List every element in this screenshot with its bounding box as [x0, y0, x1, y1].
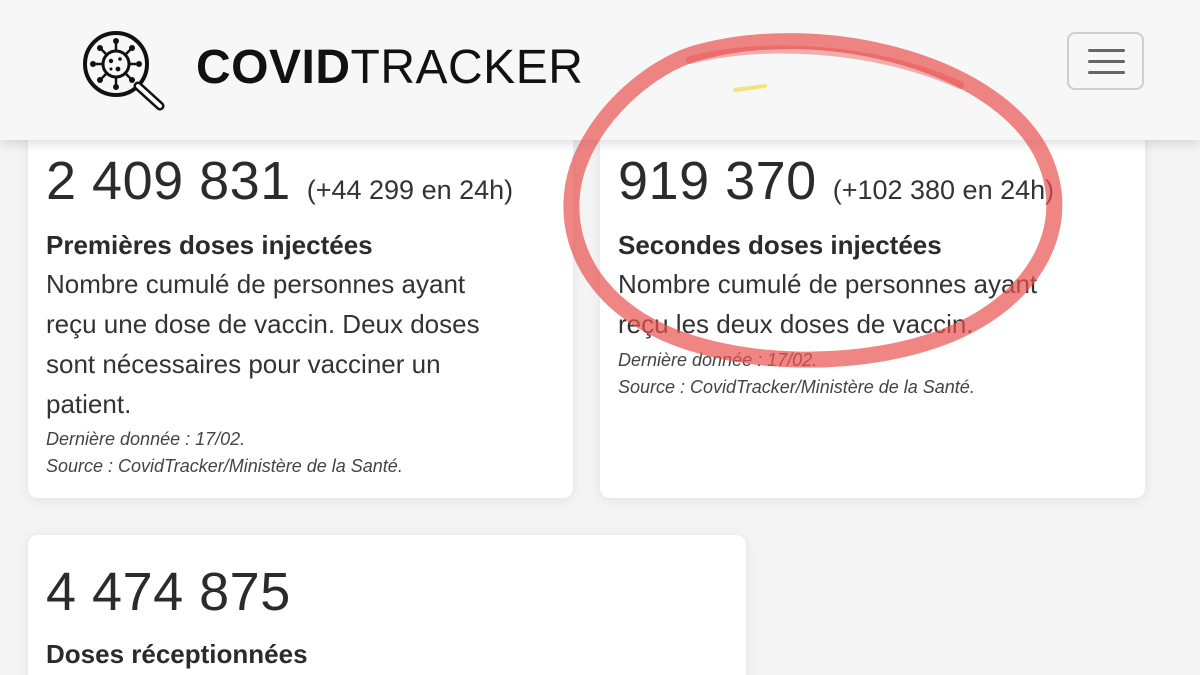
menu-button[interactable] — [1067, 32, 1144, 90]
stat-delta: (+44 299 en 24h) — [306, 175, 514, 205]
app-title-bold: COVID — [196, 41, 351, 94]
card-title: Doses réceptionnées — [46, 639, 308, 669]
stat-row: 4 474 875 — [46, 561, 291, 623]
card-title: Secondes doses injectées — [618, 230, 942, 260]
stat-delta: (+102 380 en 24h) — [832, 175, 1055, 205]
hamburger-icon — [1088, 49, 1125, 52]
data-source: Source : CovidTracker/Ministère de la Sa… — [618, 377, 975, 397]
stat-value: 2 409 831 — [46, 151, 291, 211]
app-title[interactable]: COVIDTRACKER — [196, 38, 583, 98]
app-header: COVIDTRACKER — [0, 0, 1200, 140]
last-data-date: Dernière donnée : 17/02. — [46, 429, 246, 449]
stat-value: 919 370 — [618, 151, 817, 211]
stat-value: 4 474 875 — [46, 562, 291, 622]
hamburger-icon-bar-3 — [1088, 71, 1125, 74]
stat-card-doses-received: 4 474 875 Doses réceptionnées — [28, 535, 746, 675]
virus-magnifier-icon[interactable] — [80, 28, 170, 112]
stat-row: 2 409 831 (+44 299 en 24h) — [46, 150, 513, 212]
description-line: Nombre cumulé de personnes ayant — [618, 269, 1038, 299]
card-meta: Dernière donnée : 17/02. Source : CovidT… — [618, 347, 975, 401]
description-line: reçu les deux doses de vaccin. — [618, 309, 974, 339]
stat-card-first-doses: 2 409 831 (+44 299 en 24h) Premières dose… — [28, 120, 573, 498]
page: COVIDTRACKER 2 409 831 (+44 299 en 24h) P… — [0, 0, 1200, 675]
data-source: Source : CovidTracker/Ministère de la Sa… — [46, 456, 403, 476]
description-line: sont nécessaires pour vacciner un — [46, 349, 441, 379]
description-line: patient. — [46, 389, 132, 419]
stat-row: 919 370 (+102 380 en 24h) — [618, 150, 1054, 212]
card-meta: Dernière donnée : 17/02. Source : CovidT… — [46, 426, 403, 480]
card-title: Premières doses injectées — [46, 230, 373, 260]
card-description: Nombre cumulé de personnes ayant reçu le… — [618, 264, 1037, 344]
last-data-date: Dernière donnée : 17/02. — [618, 350, 818, 370]
description-line: reçu une dose de vaccin. Deux doses — [46, 309, 480, 339]
description-line: Nombre cumulé de personnes ayant — [46, 269, 466, 299]
card-description: Nombre cumulé de personnes ayant reçu un… — [46, 264, 480, 424]
app-title-light: TRACKER — [350, 41, 584, 94]
stat-card-second-doses: 919 370 (+102 380 en 24h) Secondes doses … — [600, 120, 1145, 498]
hamburger-icon-bar-2 — [1088, 60, 1125, 63]
